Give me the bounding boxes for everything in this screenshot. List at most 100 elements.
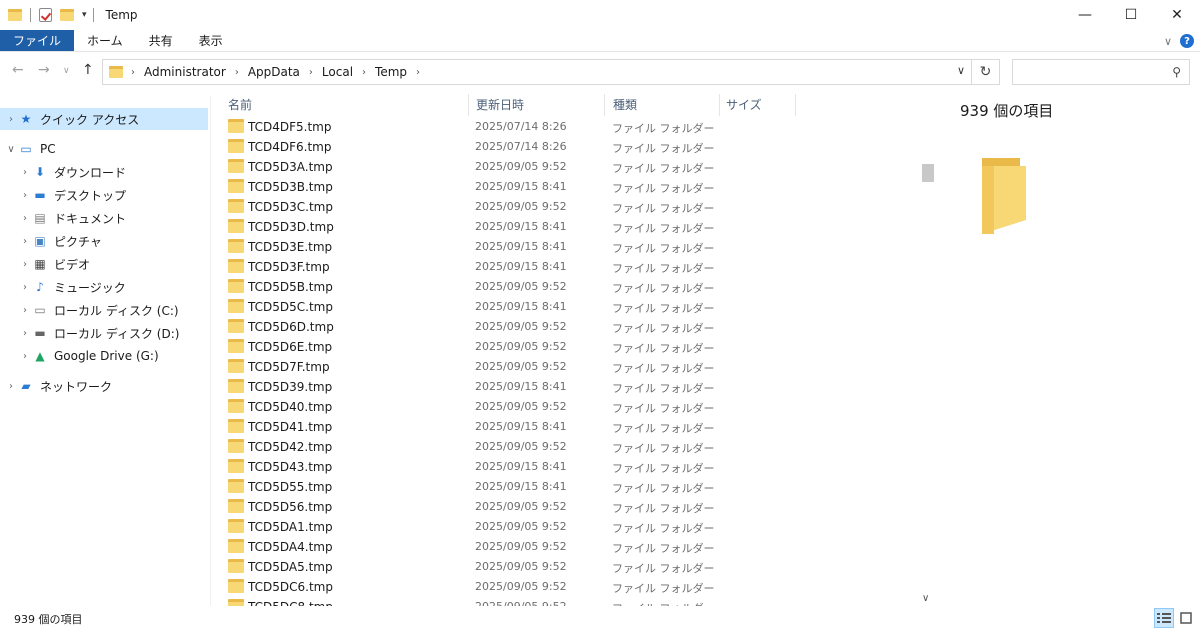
breadcrumb-temp[interactable]: Temp — [375, 65, 407, 79]
expand-chevron-icon[interactable]: ∨ — [4, 144, 18, 155]
file-row[interactable]: TCD5D55.tmp 2025/09/15 8:41 ファイル フォルダー — [218, 477, 918, 497]
file-row[interactable]: TCD4DF5.tmp 2025/07/14 8:26 ファイル フォルダー — [218, 117, 918, 137]
details-view-button[interactable] — [1154, 608, 1174, 628]
sidebar-item-picture[interactable]: › ▣ ピクチャ — [0, 230, 208, 252]
file-row[interactable]: TCD5D3E.tmp 2025/09/15 8:41 ファイル フォルダー — [218, 237, 918, 257]
search-icon[interactable]: ⚲ — [1172, 65, 1181, 79]
file-row[interactable]: TCD5D6E.tmp 2025/09/05 9:52 ファイル フォルダー — [218, 337, 918, 357]
customize-toolbar-icon[interactable]: ▾ — [82, 10, 87, 20]
breadcrumb-separator[interactable]: › — [131, 67, 135, 78]
breadcrumb-separator[interactable]: › — [362, 67, 366, 78]
tab-share[interactable]: 共有 — [136, 30, 186, 51]
file-row[interactable]: TCD4DF6.tmp 2025/07/14 8:26 ファイル フォルダー — [218, 137, 918, 157]
properties-icon[interactable] — [39, 8, 52, 22]
scroll-down-icon[interactable]: ∨ — [922, 593, 929, 604]
file-row[interactable]: TCD5D3F.tmp 2025/09/15 8:41 ファイル フォルダー — [218, 257, 918, 277]
expand-chevron-icon[interactable]: › — [18, 213, 32, 224]
forward-arrow-icon[interactable]: → — [38, 62, 50, 78]
file-name: TCD4DF6.tmp — [248, 140, 332, 154]
sidebar-item-drive[interactable]: › ▬ ローカル ディスク (D:) — [0, 322, 208, 344]
document-icon: ▤ — [34, 211, 46, 225]
large-icons-view-button[interactable] — [1176, 608, 1196, 628]
file-row[interactable]: TCD5DA1.tmp 2025/09/05 9:52 ファイル フォルダー — [218, 517, 918, 537]
folder-icon — [228, 239, 244, 253]
sidebar-item-network[interactable]: › ▰ ネットワーク — [0, 375, 208, 397]
tab-home[interactable]: ホーム — [74, 30, 136, 51]
file-row[interactable]: TCD5D43.tmp 2025/09/15 8:41 ファイル フォルダー — [218, 457, 918, 477]
folder-icon — [228, 339, 244, 353]
sidebar-item-download[interactable]: › ⬇ ダウンロード — [0, 161, 208, 183]
sidebar-item-video[interactable]: › ▦ ビデオ — [0, 253, 208, 275]
address-bar[interactable]: › Administrator › AppData › Local › Temp… — [102, 59, 972, 85]
scrollbar-thumb[interactable] — [922, 164, 934, 182]
expand-chevron-icon[interactable]: › — [4, 114, 18, 125]
breadcrumb-separator[interactable]: › — [309, 67, 313, 78]
sidebar-item-music[interactable]: › ♪ ミュージック — [0, 276, 208, 298]
file-row[interactable]: TCD5D3B.tmp 2025/09/15 8:41 ファイル フォルダー — [218, 177, 918, 197]
file-row[interactable]: TCD5D7F.tmp 2025/09/05 9:52 ファイル フォルダー — [218, 357, 918, 377]
file-row[interactable]: TCD5DA5.tmp 2025/09/05 9:52 ファイル フォルダー — [218, 557, 918, 577]
expand-chevron-icon[interactable]: › — [18, 236, 32, 247]
file-row[interactable]: TCD5D41.tmp 2025/09/15 8:41 ファイル フォルダー — [218, 417, 918, 437]
file-row[interactable]: TCD5D5B.tmp 2025/09/05 9:52 ファイル フォルダー — [218, 277, 918, 297]
column-header-name[interactable]: 名前 — [218, 92, 468, 116]
file-row[interactable]: TCD5D56.tmp 2025/09/05 9:52 ファイル フォルダー — [218, 497, 918, 517]
address-dropdown-icon[interactable]: ∨ — [957, 64, 965, 77]
expand-ribbon-icon[interactable]: ∨ — [1164, 35, 1172, 48]
maximize-button[interactable]: ☐ — [1108, 0, 1154, 30]
refresh-button[interactable]: ↻ — [972, 59, 1000, 85]
file-row[interactable]: TCD5DA4.tmp 2025/09/05 9:52 ファイル フォルダー — [218, 537, 918, 557]
expand-chevron-icon[interactable]: › — [18, 328, 32, 339]
file-row[interactable]: TCD5D6D.tmp 2025/09/05 9:52 ファイル フォルダー — [218, 317, 918, 337]
expand-chevron-icon[interactable]: › — [18, 351, 32, 362]
minimize-button[interactable]: — — [1062, 0, 1108, 30]
file-row[interactable]: TCD5D3D.tmp 2025/09/15 8:41 ファイル フォルダー — [218, 217, 918, 237]
file-date: 2025/09/15 8:41 — [475, 220, 567, 233]
expand-chevron-icon[interactable]: › — [18, 305, 32, 316]
breadcrumb-separator[interactable]: › — [416, 67, 420, 78]
recent-locations-icon[interactable]: ∨ — [63, 66, 70, 76]
file-row[interactable]: TCD5DC8.tmp2025/09/05 9:52ファイル フォルダー — [218, 597, 918, 606]
sidebar-item-desktop[interactable]: › ▬ デスクトップ — [0, 184, 208, 206]
file-row[interactable]: TCD5D3A.tmp 2025/09/05 9:52 ファイル フォルダー — [218, 157, 918, 177]
column-divider[interactable] — [795, 94, 796, 116]
new-folder-icon[interactable] — [60, 9, 74, 21]
up-arrow-icon[interactable]: ↑ — [82, 62, 94, 78]
file-row[interactable]: TCD5D5C.tmp 2025/09/15 8:41 ファイル フォルダー — [218, 297, 918, 317]
file-row[interactable]: TCD5D42.tmp 2025/09/05 9:52 ファイル フォルダー — [218, 437, 918, 457]
breadcrumb-separator[interactable]: › — [235, 67, 239, 78]
column-header-date[interactable]: 更新日時 — [466, 92, 603, 116]
expand-chevron-icon[interactable]: › — [18, 259, 32, 270]
expand-chevron-icon[interactable]: › — [18, 167, 32, 178]
search-box[interactable]: ⚲ — [1012, 59, 1190, 85]
sidebar-item-computer[interactable]: ∨ ▭ PC — [0, 138, 208, 160]
file-row[interactable]: TCD5DC6.tmp 2025/09/05 9:52 ファイル フォルダー — [218, 577, 918, 597]
file-row[interactable]: TCD5D39.tmp 2025/09/15 8:41 ファイル フォルダー — [218, 377, 918, 397]
sidebar-item-document[interactable]: › ▤ ドキュメント — [0, 207, 208, 229]
breadcrumb-administrator[interactable]: Administrator — [144, 65, 226, 79]
help-icon[interactable]: ? — [1180, 34, 1194, 48]
sidebar-item-label: ローカル ディスク (D:) — [54, 326, 180, 341]
sidebar-item-google-drive[interactable]: › ▲ Google Drive (G:) — [0, 345, 208, 367]
file-name: TCD5D56.tmp — [248, 500, 333, 514]
file-type: ファイル フォルダー — [612, 242, 715, 255]
breadcrumb-local[interactable]: Local — [322, 65, 353, 79]
folder-icon — [109, 66, 123, 78]
file-date: 2025/07/14 8:26 — [475, 120, 567, 133]
expand-chevron-icon[interactable]: › — [18, 282, 32, 293]
tab-view[interactable]: 表示 — [186, 30, 236, 51]
expand-chevron-icon[interactable]: › — [18, 190, 32, 201]
breadcrumb-appdata[interactable]: AppData — [248, 65, 300, 79]
file-row[interactable]: TCD5D3C.tmp 2025/09/05 9:52 ファイル フォルダー — [218, 197, 918, 217]
back-arrow-icon[interactable]: ← — [12, 62, 24, 78]
sidebar-item-system-drive[interactable]: › ▭ ローカル ディスク (C:) — [0, 299, 208, 321]
file-row[interactable]: TCD5D40.tmp 2025/09/05 9:52 ファイル フォルダー — [218, 397, 918, 417]
sidebar-item-star[interactable]: › ★ クイック アクセス — [0, 108, 208, 130]
search-input[interactable] — [1013, 60, 1161, 84]
close-button[interactable]: ✕ — [1154, 0, 1200, 30]
column-header-size[interactable]: サイズ — [716, 92, 796, 116]
tab-file[interactable]: ファイル — [0, 30, 75, 51]
expand-chevron-icon[interactable]: › — [4, 381, 18, 392]
file-list-scrollbar[interactable]: ∨ — [920, 92, 936, 606]
column-header-type[interactable]: 種類 — [603, 92, 718, 116]
